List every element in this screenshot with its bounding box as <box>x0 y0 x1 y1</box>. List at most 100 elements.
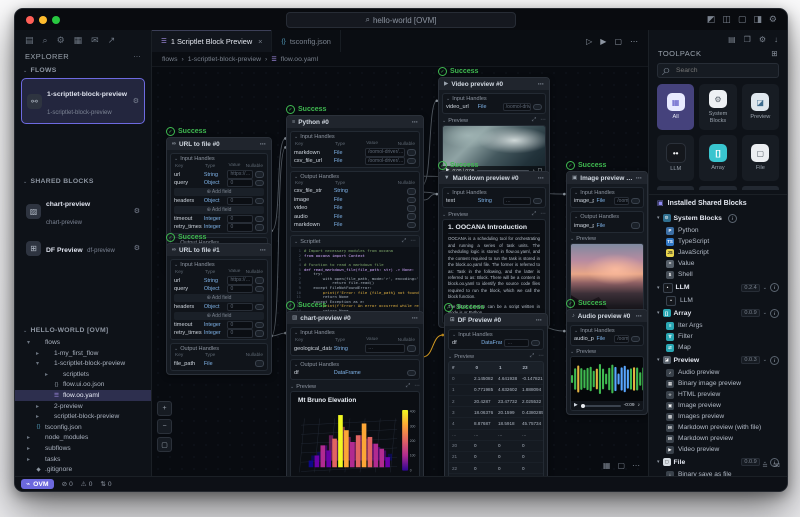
canvas-control-button[interactable]: ▢ <box>157 437 172 452</box>
gear-icon[interactable]: ⚙ <box>133 97 139 105</box>
value-input[interactable]: ⊕ Add field <box>205 189 234 196</box>
file-tree-item[interactable]: ▾ 1-scriptlet-block-preview <box>15 358 151 369</box>
nullable-toggle[interactable] <box>255 277 264 284</box>
input-handle-row[interactable]: ⊕ Add field <box>174 206 264 214</box>
table-row[interactable]: 210 00 <box>449 452 543 463</box>
input-handle-row[interactable]: ⊕ Add field <box>174 312 264 320</box>
audio-preview[interactable]: ▶ -0:09 ♪ <box>570 356 644 411</box>
nullable-toggle[interactable] <box>407 149 416 156</box>
table-row[interactable]: 48.87687 18.591845.75734 <box>449 418 543 429</box>
chart-preview[interactable]: Mt Bruno Elevation <box>290 391 420 476</box>
nullable-toggle[interactable] <box>533 198 542 205</box>
layout-toggle-icon[interactable]: ◩ <box>707 14 716 25</box>
value-input[interactable]: https://… <box>227 276 253 285</box>
toolpack-search[interactable]: ⌕ <box>657 63 779 78</box>
version-select[interactable]: 0.0.9 <box>741 309 759 317</box>
node-header[interactable]: ≡ Python #0 ⋯ <box>287 116 423 128</box>
command-center-search[interactable]: ⌕ hello-world [OVM] <box>286 12 516 28</box>
info-icon[interactable]: i <box>770 309 779 318</box>
value-input[interactable]: /oomol-driver/… <box>365 157 405 166</box>
value-input[interactable]: /oomol-driver/… <box>614 197 629 206</box>
value-input[interactable]: https://… <box>227 170 253 179</box>
nullable-toggle[interactable] <box>255 360 264 367</box>
shared-block-item[interactable]: ⊞ DF Preview df-preview ⚙ <box>21 235 145 261</box>
value-input[interactable]: 0 <box>227 215 253 224</box>
version-select[interactable]: 0.0.9 <box>741 458 759 466</box>
category-tile[interactable]: ◪ Preview <box>742 84 779 130</box>
activity-icon[interactable]: ✉ <box>91 35 99 46</box>
value-input[interactable]: 0 <box>227 285 253 294</box>
file-tree-item[interactable]: ☰ flow.oo.yaml <box>15 390 151 401</box>
input-handle-row[interactable]: audio_pathFile /oomol-driver/… <box>574 335 640 343</box>
input-handle-row[interactable]: geological_dataString … <box>294 345 416 353</box>
canvas-corner-icon[interactable]: ⋯ <box>632 461 640 470</box>
flow-list-item-selected[interactable]: ⚯ 1-scriptlet-block-preview 1-scriptlet-… <box>21 78 145 124</box>
block-item[interactable]: ▣ Image preview <box>649 400 787 411</box>
file-tree-item[interactable]: ▸ node_modules <box>15 433 151 444</box>
table-row[interactable]: 220 00 <box>449 463 543 474</box>
node-header[interactable]: ▼ Markdown preview #0 ⋯ <box>439 172 549 184</box>
more-icon[interactable]: ⋯ <box>414 383 420 390</box>
output-handle-row[interactable]: dfDataFrame <box>294 369 416 377</box>
toolpack-header-icon[interactable]: ⚙ <box>759 35 766 44</box>
input-handle-row[interactable]: dfDataFrame … <box>452 339 540 347</box>
input-handle-row[interactable]: csv_file_urlFile /oomol-driver/… <box>294 157 416 165</box>
block-item[interactable]: ⇄ Map <box>649 342 787 353</box>
minimize-window-button[interactable] <box>39 16 47 24</box>
add-block-icon[interactable]: ⊞ <box>771 49 778 58</box>
block-item[interactable]: ♪ Audio preview <box>649 367 787 378</box>
output-handle-row[interactable]: image_pathFile <box>574 221 640 229</box>
status-counter[interactable]: ⊘ 0 <box>62 480 73 488</box>
block-item[interactable]: P Python <box>649 225 787 236</box>
nullable-toggle[interactable] <box>255 216 264 223</box>
table-row[interactable]: 200 00 <box>449 441 543 452</box>
project-section-header[interactable]: ⌄ HELLO-WORLD [OVM] <box>15 324 151 336</box>
input-handle-row[interactable]: timeout Integer 0 <box>174 215 264 223</box>
installed-shared-blocks-header[interactable]: ▣ Installed Shared Blocks <box>649 194 787 211</box>
status-counter[interactable]: ⇅ 0 <box>100 480 111 488</box>
block-item[interactable]: TS TypeScript <box>649 236 787 247</box>
value-input[interactable]: /oomol-driver/… <box>503 103 531 112</box>
input-handle-row[interactable]: timeout Integer 0 <box>174 321 264 329</box>
input-handle-row[interactable]: textString … <box>446 197 542 205</box>
layout-toggle-icon[interactable]: ⚙ <box>769 14 777 25</box>
shared-blocks-section-header[interactable]: ⌄ SHARED BLOCKS <box>15 175 151 187</box>
column-header[interactable]: 23 <box>520 365 544 370</box>
value-input[interactable]: ⊕ Add field <box>205 207 234 214</box>
toolpack-corner-icon[interactable]: ✉ <box>773 461 780 471</box>
expand-icon[interactable]: ⤢ <box>402 238 406 245</box>
table-row[interactable]: …… …… <box>449 430 543 441</box>
block-section-header[interactable]: ▾ ⚙ System Blocks i <box>649 211 787 225</box>
value-input[interactable]: /oomol-driver/… <box>614 335 629 344</box>
file-tree-item[interactable]: {} flow.ui.oo.json <box>15 380 151 391</box>
activity-icon[interactable]: ↗ <box>108 35 116 46</box>
toolpack-header-icon[interactable]: ↓ <box>774 35 778 44</box>
nullable-toggle[interactable] <box>255 198 264 205</box>
dataframe-table[interactable]: #0123 02.145082 4.641938-0.147821 <box>448 361 544 476</box>
value-input[interactable]: … <box>365 344 405 353</box>
editor-action-icon[interactable]: ▢ <box>614 37 622 46</box>
volume-icon[interactable]: ♪ <box>638 403 640 408</box>
block-item[interactable]: M Markdown preview (with file) <box>649 422 787 433</box>
nullable-toggle[interactable] <box>531 340 540 347</box>
value-input[interactable]: … <box>503 197 531 206</box>
editor-action-icon[interactable]: ▷ <box>586 37 592 46</box>
status-counter[interactable]: ⚠ 0 <box>81 480 93 488</box>
nullable-toggle[interactable] <box>255 286 264 293</box>
flow-node-audio-preview[interactable]: ✓Success ♪ Audio preview #0 ⋯ ⌄Input Han… <box>566 299 648 415</box>
environment-badge[interactable]: ⌁ OVM <box>21 479 54 489</box>
nullable-toggle[interactable] <box>255 322 264 329</box>
output-handle-row[interactable]: csv_file_strString <box>294 187 416 195</box>
canvas-control-button[interactable]: + <box>157 401 172 416</box>
nullable-toggle[interactable] <box>255 180 264 187</box>
file-tree-item[interactable]: ▸ scriptlet-block-preview <box>15 411 151 422</box>
activity-icon[interactable]: ⚙ <box>57 35 65 46</box>
category-tile[interactable]: ▢ File <box>742 135 779 181</box>
seek-bar[interactable] <box>581 405 621 407</box>
file-tree-item[interactable]: {} tsconfig.json <box>15 422 151 433</box>
block-item[interactable]: M Markdown preview <box>649 433 787 444</box>
column-header[interactable]: 0 <box>473 365 497 370</box>
input-handle-row[interactable]: headers Object 0 <box>174 303 264 311</box>
block-item[interactable]: JS JavaScript <box>649 247 787 258</box>
output-handle-row[interactable]: markdownFile <box>294 221 416 229</box>
